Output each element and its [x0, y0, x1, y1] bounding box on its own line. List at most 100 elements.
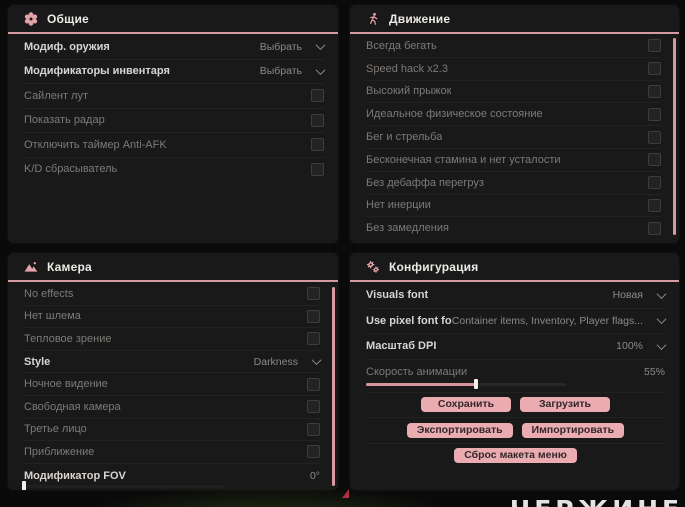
export-button[interactable]: Экспортировать [406, 422, 513, 438]
chevron-down-icon [311, 355, 322, 366]
mountains-icon [24, 261, 38, 272]
reset-menu-layout-button[interactable]: Сброс макета меню [454, 448, 577, 464]
thermal-vision-checkbox[interactable] [307, 332, 320, 346]
row-free-camera: Свободная камера [24, 394, 320, 418]
row-no-effects: No effects [24, 283, 320, 305]
panel-camera-rows: No effects Нет шлема Тепловое зрение Sty… [8, 282, 338, 490]
dpi-scale-dropdown[interactable]: 100% [616, 339, 667, 353]
weapon-mod-dropdown[interactable]: Выбрать [259, 40, 326, 53]
dropdown-value: Выбрать [259, 65, 302, 78]
row-label: Модиф. оружия [24, 40, 110, 53]
fov-slider-handle[interactable] [22, 481, 26, 490]
row-label: Visuals font [366, 289, 429, 302]
style-dropdown[interactable]: Darkness [253, 355, 322, 368]
row-label: Идеальное физическое состояние [366, 108, 543, 121]
panel-movement: Движение Всегда бегать Speed hack x2.3 В… [350, 5, 679, 243]
inventory-mods-dropdown[interactable]: Выбрать [259, 64, 326, 78]
speed-hack-checkbox[interactable] [648, 62, 661, 76]
panel-title: Движение [389, 11, 451, 26]
row-high-jump: Высокий прыжок [366, 79, 661, 103]
row-label: Масштаб DPI [366, 340, 437, 353]
high-jump-checkbox[interactable] [648, 84, 661, 98]
row-perfect-condition: Идеальное физическое состояние [366, 102, 661, 125]
panel-general-header: Общие [8, 5, 338, 34]
row-no-helmet: Нет шлема [24, 304, 320, 328]
show-radar-checkbox[interactable] [311, 113, 324, 127]
row-label: Ночное видение [24, 378, 108, 391]
import-button[interactable]: Импортировать [521, 422, 625, 438]
row-label: Бесконечная стамина и нет усталости [366, 153, 561, 166]
row-always-run: Всегда бегать [366, 35, 661, 57]
infinite-stamina-checkbox[interactable] [648, 153, 661, 167]
row-save-load: Сохранить Загрузить [366, 391, 665, 418]
pixel-font-dropdown[interactable]: Container items, Inventory, Player flags… [452, 314, 667, 327]
dropdown-value: 100% [616, 340, 643, 353]
row-anti-afk: Отключить таймер Anti-AFK [24, 132, 324, 157]
background-game-text: ЧЕРЖИНЕ [510, 495, 683, 507]
load-button[interactable]: Загрузить [520, 397, 610, 413]
kd-reset-checkbox[interactable] [311, 162, 324, 176]
cheat-menu-screen: Общие Модиф. оружия Выбрать Модификаторы… [0, 0, 685, 507]
row-inventory-mods: Модификаторы инвентаря Выбрать [24, 58, 326, 84]
animation-speed-header: Скорость анимации 55% [366, 366, 665, 378]
row-label: Модификатор FOV [24, 469, 126, 482]
animation-speed-handle[interactable] [474, 379, 478, 389]
panel-config-header: Конфигурация [350, 253, 679, 282]
free-camera-checkbox[interactable] [307, 400, 320, 414]
panel-general-rows: Модиф. оружия Выбрать Модификаторы инвен… [8, 34, 338, 181]
row-export-import: Экспортировать Импортировать [366, 417, 665, 443]
row-no-slowdown: Без замедления [366, 216, 661, 239]
third-person-checkbox[interactable] [307, 422, 320, 436]
row-visuals-font: Visuals font Новая [366, 283, 667, 308]
chevron-down-icon [656, 288, 667, 299]
dropdown-value: Выбрать [259, 40, 302, 53]
visuals-font-dropdown[interactable]: Новая [613, 288, 667, 301]
always-run-checkbox[interactable] [648, 39, 661, 53]
row-silent-loot: Сайлент лут [24, 83, 324, 108]
row-label: Нет инерции [366, 199, 431, 212]
silent-loot-checkbox[interactable] [311, 89, 324, 103]
row-pixel-font: Use pixel font for Container items, Inve… [366, 307, 667, 334]
row-night-vision: Ночное видение [24, 372, 320, 395]
animation-speed-slider[interactable] [366, 379, 566, 389]
background-red-marker [342, 489, 349, 498]
no-inertia-checkbox[interactable] [648, 198, 661, 212]
zoom-checkbox[interactable] [307, 445, 320, 459]
no-helmet-checkbox[interactable] [307, 309, 320, 323]
row-infinite-stamina: Бесконечная стамина и нет усталости [366, 147, 661, 171]
chevron-down-icon [656, 314, 667, 325]
row-run-and-shoot: Бег и стрельба [366, 125, 661, 148]
no-slowdown-checkbox[interactable] [648, 221, 661, 235]
panel-movement-header: Движение [350, 5, 679, 34]
camera-scrollbar[interactable] [332, 287, 335, 486]
row-label: Сайлент лут [24, 89, 88, 102]
row-no-overload-debuff: Без дебаффа перегруз [366, 170, 661, 194]
perfect-condition-checkbox[interactable] [648, 107, 661, 121]
row-no-inertia: Нет инерции [366, 193, 661, 217]
animation-speed-value: 55% [643, 365, 665, 378]
row-zoom: Приближение [24, 440, 320, 463]
row-label: Style [24, 355, 51, 368]
no-overload-debuff-checkbox[interactable] [648, 176, 661, 190]
panel-movement-rows: Всегда бегать Speed hack x2.3 Высокий пр… [350, 34, 679, 239]
movement-scrollbar[interactable] [673, 38, 676, 235]
row-weapon-mod: Модиф. оружия Выбрать [24, 35, 326, 59]
panel-config-rows: Visuals font Новая Use pixel font for Co… [350, 282, 679, 468]
dropdown-value: Darkness [253, 355, 298, 368]
night-vision-checkbox[interactable] [307, 377, 320, 391]
row-label: Свободная камера [24, 400, 121, 413]
row-label: Без замедления [366, 222, 449, 235]
panel-title: Камера [47, 259, 92, 274]
row-third-person: Третье лицо [24, 417, 320, 441]
row-label: K/D сбрасыватель [24, 163, 118, 176]
save-button[interactable]: Сохранить [421, 397, 511, 413]
runner-icon [370, 12, 378, 25]
panel-general: Общие Модиф. оружия Выбрать Модификаторы… [8, 5, 338, 243]
chevron-down-icon [315, 40, 326, 51]
fov-slider[interactable] [22, 481, 224, 490]
anti-afk-checkbox[interactable] [311, 138, 324, 152]
run-and-shoot-checkbox[interactable] [648, 130, 661, 144]
no-effects-checkbox[interactable] [307, 287, 320, 301]
row-label: Приближение [24, 445, 95, 458]
row-fov-modifier: Модификатор FOV 0° [22, 462, 320, 490]
